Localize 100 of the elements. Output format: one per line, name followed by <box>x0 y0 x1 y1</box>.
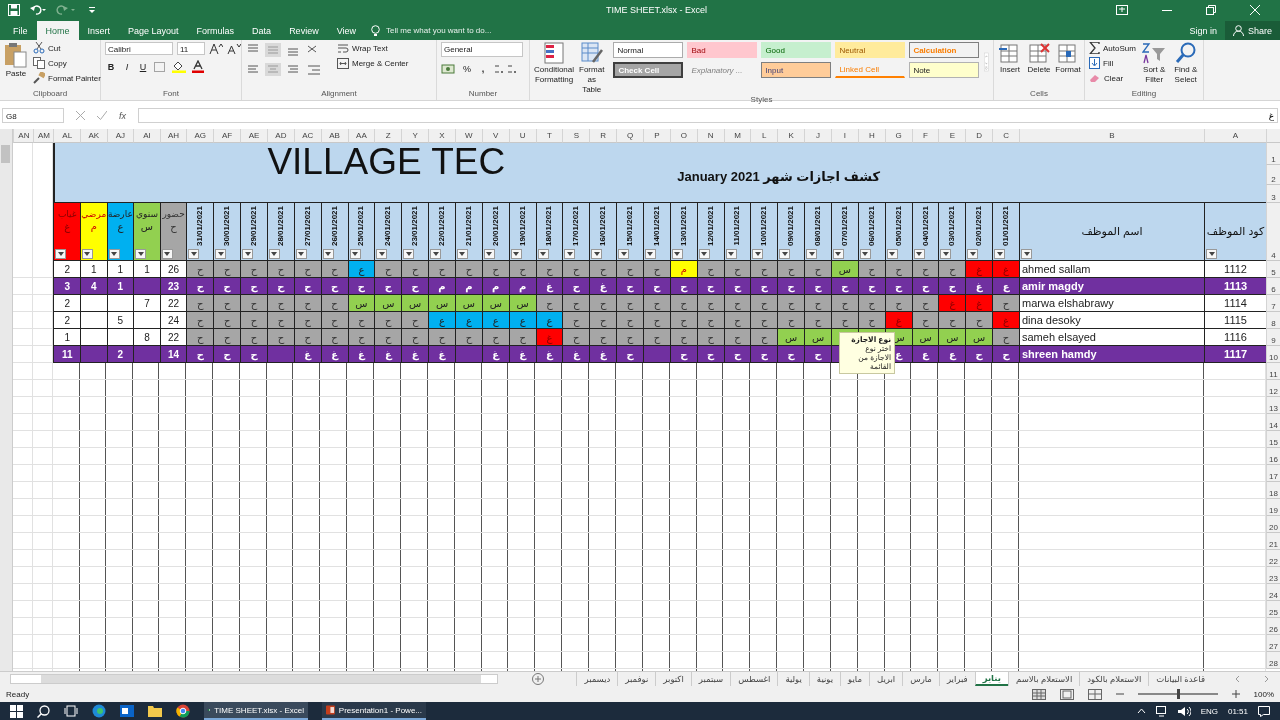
formula-input[interactable]: غ <box>138 108 1278 123</box>
plus-icon[interactable] <box>1231 690 1240 698</box>
folder-icon[interactable] <box>148 705 162 717</box>
tell-me-field[interactable]: Tell me what you want to do... <box>384 25 518 36</box>
chevron-icon[interactable] <box>1136 708 1146 714</box>
windows-icon[interactable] <box>10 704 23 718</box>
column-header[interactable]: AH <box>159 129 187 143</box>
network-icon[interactable] <box>1155 705 1168 717</box>
ribbon-tab[interactable]: File <box>4 21 37 40</box>
page-break-icon[interactable] <box>1087 688 1102 700</box>
row-header[interactable]: 18 <box>1266 482 1280 499</box>
paste-button[interactable]: Paste <box>4 42 28 79</box>
filter-button[interactable] <box>242 249 254 259</box>
row-header[interactable]: 17 <box>1266 465 1280 482</box>
copy-button[interactable]: Copy <box>33 57 101 69</box>
page-layout-icon[interactable] <box>1059 688 1074 700</box>
filter-button[interactable] <box>349 249 361 259</box>
row-header[interactable]: 4 <box>1266 203 1280 261</box>
ribbon-display-icon[interactable] <box>1116 5 1128 15</box>
column-header[interactable]: Z <box>374 129 402 143</box>
filter-button[interactable] <box>295 249 307 259</box>
column-header[interactable]: H <box>857 129 885 143</box>
ribbon-tab[interactable]: Page Layout <box>119 21 188 40</box>
ribbon-tab[interactable]: Formulas <box>187 21 244 40</box>
column-header[interactable]: AI <box>133 129 160 143</box>
cell-style-button[interactable]: Neutral <box>835 42 906 58</box>
undo-icon[interactable] <box>30 4 46 16</box>
clear-button[interactable]: Clear <box>1089 72 1136 84</box>
font-size-dropdown[interactable]: 11 <box>177 42 205 55</box>
column-header[interactable]: S <box>562 129 590 143</box>
font-color-icon[interactable] <box>191 60 205 73</box>
row-header[interactable]: 11 <box>1266 363 1280 380</box>
normal-view-icon[interactable] <box>1031 688 1046 700</box>
filter-button[interactable] <box>376 249 388 259</box>
cell-style-button[interactable]: Bad <box>687 42 758 58</box>
row-header[interactable]: 28 <box>1266 652 1280 669</box>
filter-button[interactable] <box>268 249 280 259</box>
column-header[interactable]: Y <box>401 129 429 143</box>
column-header[interactable]: AL <box>53 129 80 143</box>
filter-button[interactable] <box>161 249 173 259</box>
clock[interactable]: 01:51 <box>1227 706 1248 716</box>
filter-button[interactable] <box>537 249 549 259</box>
column-header[interactable]: AF <box>213 129 241 143</box>
ribbon-tab[interactable]: Insert <box>78 21 120 40</box>
filter-button[interactable] <box>698 249 710 259</box>
filter-button[interactable] <box>644 249 656 259</box>
column-header[interactable]: AD <box>266 129 294 143</box>
find-select-button[interactable]: Find & Select <box>1172 42 1199 85</box>
cell-style-button[interactable]: Normal <box>613 42 684 58</box>
column-header[interactable]: T <box>535 129 563 143</box>
row-header[interactable]: 24 <box>1266 584 1280 601</box>
underline-button[interactable]: U <box>137 60 149 73</box>
mail-app-icon[interactable] <box>120 704 134 718</box>
insert-function-button[interactable]: fx <box>119 110 126 121</box>
row-header[interactable]: 13 <box>1266 397 1280 414</box>
column-header[interactable]: AG <box>186 129 214 143</box>
row-header[interactable]: 8 <box>1266 312 1280 329</box>
row-header[interactable]: 6 <box>1266 278 1280 295</box>
row-header[interactable]: 19 <box>1266 499 1280 516</box>
row-header[interactable]: 25 <box>1266 601 1280 618</box>
filter-button[interactable] <box>1021 249 1032 259</box>
chrome-icon[interactable] <box>176 704 190 718</box>
filter-button[interactable] <box>403 249 415 259</box>
filter-button[interactable] <box>564 249 576 259</box>
ribbon-tab[interactable]: Home <box>36 21 79 40</box>
column-header[interactable]: AM <box>33 129 54 143</box>
column-header[interactable]: AJ <box>106 129 134 143</box>
ribbon-tab[interactable]: Data <box>243 21 281 40</box>
vertical-scrollbar[interactable] <box>0 129 13 671</box>
share-button[interactable]: Share <box>1224 21 1280 40</box>
format-painter-button[interactable]: Format Painter <box>33 72 101 84</box>
taskbar-app[interactable]: Presentation1 - Powe... <box>322 702 426 720</box>
sign-in-link[interactable]: Sign in <box>1181 21 1225 40</box>
filter-button[interactable] <box>671 249 683 259</box>
filter-button[interactable] <box>967 249 979 259</box>
add-sheet-icon[interactable] <box>532 673 544 685</box>
column-header[interactable]: M <box>723 129 751 143</box>
filter-button[interactable] <box>135 249 147 259</box>
column-header[interactable]: G <box>884 129 912 143</box>
cell-style-button[interactable]: Input <box>761 62 832 78</box>
currency-icon[interactable] <box>441 62 457 75</box>
filter-button[interactable] <box>886 249 898 259</box>
column-header[interactable]: AE <box>240 129 267 143</box>
column-header[interactable]: A <box>1204 129 1266 143</box>
column-header[interactable]: B <box>1019 129 1204 143</box>
column-header[interactable]: C <box>992 129 1019 143</box>
ribbon-tab[interactable]: Review <box>280 21 328 40</box>
column-header[interactable]: L <box>750 129 778 143</box>
column-header[interactable]: V <box>481 129 509 143</box>
row-header[interactable]: 20 <box>1266 516 1280 533</box>
row-header[interactable]: 3 <box>1266 185 1280 203</box>
row-header[interactable]: 15 <box>1266 431 1280 448</box>
column-header[interactable]: J <box>804 129 831 143</box>
filter-button[interactable] <box>510 249 522 259</box>
filter-button[interactable] <box>994 249 1006 259</box>
bold-button[interactable]: B <box>105 60 117 73</box>
taskbar-app[interactable]: TIME SHEET.xlsx - Excel <box>204 702 308 720</box>
column-header[interactable]: D <box>965 129 993 143</box>
percent-button[interactable]: % <box>461 62 473 75</box>
row-header[interactable]: 23 <box>1266 567 1280 584</box>
